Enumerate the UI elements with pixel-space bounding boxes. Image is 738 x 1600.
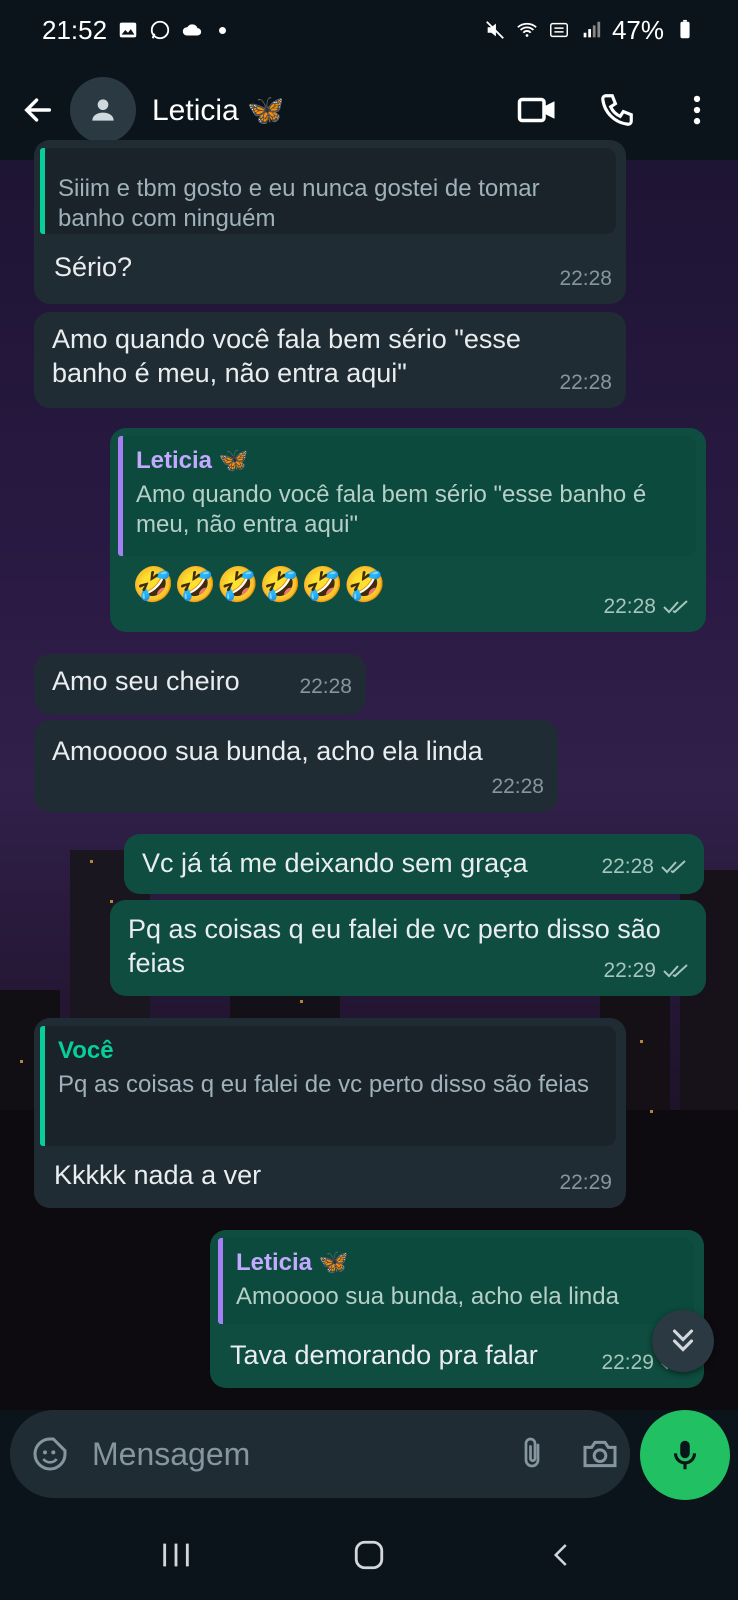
message-input[interactable] bbox=[90, 1434, 514, 1474]
message-meta: 22:29 bbox=[559, 1166, 612, 1200]
signal-icon bbox=[583, 21, 601, 38]
message-meta: 22:28 bbox=[603, 590, 692, 624]
back-button[interactable] bbox=[18, 90, 58, 130]
gallery-icon bbox=[119, 22, 137, 38]
voice-message-button[interactable] bbox=[640, 1410, 730, 1500]
message-time: 22:29 bbox=[559, 1171, 612, 1194]
nav-back-button[interactable] bbox=[532, 1525, 592, 1585]
battery-icon bbox=[680, 19, 690, 39]
emoji-button[interactable] bbox=[30, 1430, 70, 1478]
message-text: Kkkkk nada a ver bbox=[54, 1160, 262, 1190]
quoted-text: Pq as coisas q eu falei de vc perto diss… bbox=[58, 1071, 589, 1098]
message-bubble[interactable]: Siiim e tbm gosto e eu nunca gostei de t… bbox=[34, 140, 626, 304]
cloud-icon bbox=[182, 24, 202, 36]
camera-button[interactable] bbox=[580, 1430, 620, 1478]
camera-icon bbox=[583, 1440, 617, 1468]
recent-apps-button[interactable] bbox=[146, 1525, 206, 1585]
message-meta: 22:28 bbox=[559, 366, 612, 400]
quoted-text: Siiim e tbm gosto e eu nunca gostei de t… bbox=[58, 175, 540, 232]
message-composer bbox=[10, 1410, 630, 1498]
message-meta: 22:28 bbox=[491, 770, 544, 804]
video-call-button[interactable] bbox=[510, 83, 564, 137]
more-options-button[interactable] bbox=[670, 83, 724, 137]
system-nav-bar bbox=[0, 1510, 738, 1600]
message-time: 22:28 bbox=[299, 675, 352, 698]
home-icon bbox=[354, 1540, 384, 1570]
message-bubble[interactable]: Leticia 🦋 Amo quando você fala bem sério… bbox=[110, 428, 706, 632]
quoted-text: Amo quando você fala bem sério "esse ban… bbox=[136, 481, 647, 538]
message-bubble[interactable]: Leticia 🦋 Amooooo sua bunda, acho ela li… bbox=[210, 1230, 704, 1388]
sticker-smiley-icon bbox=[33, 1437, 67, 1471]
message-time: 22:28 bbox=[603, 595, 656, 618]
message-text: Amo quando você fala bem sério "esse ban… bbox=[52, 324, 521, 388]
quoted-author: Leticia 🦋 bbox=[136, 447, 249, 474]
quoted-text: Amooooo sua bunda, acho ela linda bbox=[236, 1283, 619, 1310]
message-bubble[interactable]: Amo quando você fala bem sério "esse ban… bbox=[34, 312, 626, 408]
message-time: 22:28 bbox=[559, 267, 612, 290]
message-text: Sério? bbox=[54, 252, 133, 282]
message-time: 22:29 bbox=[603, 959, 656, 982]
message-time: 22:28 bbox=[601, 855, 654, 878]
recent-apps-icon bbox=[163, 1543, 190, 1567]
quoted-message[interactable]: Leticia 🦋 Amo quando você fala bem sério… bbox=[118, 436, 696, 556]
double-check-icon bbox=[663, 964, 688, 978]
battery-percent: 47% bbox=[611, 14, 664, 45]
quoted-message[interactable]: Siiim e tbm gosto e eu nunca gostei de t… bbox=[40, 148, 616, 234]
message-bubble[interactable]: Pq as coisas q eu falei de vc perto diss… bbox=[110, 900, 706, 996]
mute-icon bbox=[486, 21, 504, 39]
double-check-icon bbox=[661, 860, 686, 874]
message-meta: 22:28 bbox=[559, 262, 612, 296]
message-bubble[interactable]: Você Pq as coisas q eu falei de vc perto… bbox=[34, 1018, 626, 1208]
voice-call-button[interactable] bbox=[590, 83, 644, 137]
double-check-icon bbox=[663, 600, 688, 614]
scroll-to-bottom-button[interactable] bbox=[652, 1310, 714, 1372]
attach-button[interactable] bbox=[514, 1430, 550, 1478]
message-time: 22:28 bbox=[559, 371, 612, 394]
quoted-author: Você bbox=[58, 1037, 114, 1064]
message-meta: 22:28 bbox=[299, 670, 352, 704]
message-bubble[interactable]: Vc já tá me deixando sem graça 22:28 bbox=[124, 834, 704, 894]
wifi-icon bbox=[517, 22, 537, 37]
message-meta: 22:28 bbox=[601, 850, 690, 884]
message-meta: 22:29 bbox=[603, 954, 692, 988]
home-button[interactable] bbox=[339, 1525, 399, 1585]
whatsapp-icon bbox=[150, 20, 170, 40]
message-time: 22:28 bbox=[491, 775, 544, 798]
quoted-message[interactable]: Leticia 🦋 Amooooo sua bunda, acho ela li… bbox=[218, 1238, 694, 1324]
status-bar: 21:52 47% bbox=[0, 0, 738, 60]
message-bubble[interactable]: Amo seu cheiro 22:28 bbox=[34, 654, 366, 714]
arrow-left-icon bbox=[24, 98, 52, 122]
avatar[interactable] bbox=[70, 77, 136, 143]
notification-dot-icon bbox=[219, 26, 227, 34]
phone-icon bbox=[601, 94, 633, 126]
status-time: 21:52 bbox=[42, 14, 108, 45]
quoted-author: Leticia 🦋 bbox=[236, 1249, 349, 1276]
person-icon bbox=[92, 99, 114, 121]
quoted-message[interactable]: Você Pq as coisas q eu falei de vc perto… bbox=[40, 1026, 616, 1146]
contact-name[interactable]: Leticia 🦋 bbox=[152, 93, 484, 128]
paperclip-icon bbox=[524, 1437, 540, 1468]
volte-icon bbox=[549, 22, 568, 38]
message-time: 22:29 bbox=[601, 1351, 654, 1374]
microphone-icon bbox=[673, 1440, 697, 1470]
message-bubble[interactable]: Amooooo sua bunda, acho ela linda 22:28 bbox=[34, 720, 558, 812]
chevron-left-icon bbox=[553, 1544, 567, 1566]
double-chevron-down-icon bbox=[672, 1329, 694, 1352]
message-text: Amooooo sua bunda, acho ela linda bbox=[52, 736, 483, 766]
more-vertical-icon bbox=[693, 95, 701, 125]
video-camera-icon bbox=[517, 97, 555, 123]
